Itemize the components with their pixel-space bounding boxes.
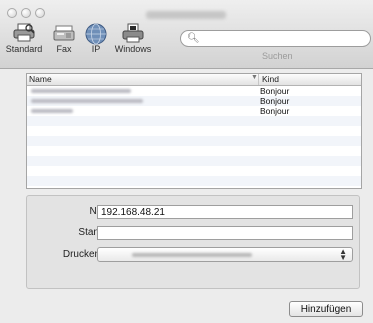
toolbar-windows[interactable]: Windows [113,23,153,54]
location-field[interactable] [97,226,353,240]
empty-row [27,136,361,146]
column-header-kind[interactable]: Kind [262,74,279,84]
toolbar-label: Standard [5,44,43,54]
empty-row [27,126,361,136]
empty-row [27,176,361,186]
toolbar-label: Windows [114,44,152,54]
window-title-blurred [146,11,226,19]
list-item[interactable]: Bonjour [27,96,361,106]
empty-row [27,156,361,166]
close-button[interactable] [7,8,17,18]
driver-dropdown[interactable]: ▲ ▼ [97,247,353,262]
add-printer-window: Standard Fax IP Windows 🔍︎ Suchen Name ▼… [0,0,373,323]
kind-cell: Bonjour [260,96,290,106]
sort-chevron-icon: ▼ [251,74,258,81]
printer-list[interactable]: Name ▼ Kind Bonjour Bonjour Bonjour [26,73,362,189]
zoom-button[interactable] [35,8,45,18]
title-toolbar: Standard Fax IP Windows 🔍︎ Suchen [0,0,373,69]
kind-cell: Bonjour [260,86,290,96]
toolbar-fax[interactable]: Fax [52,23,76,54]
toolbar-standard[interactable]: Standard [4,23,44,54]
list-item[interactable]: Bonjour [27,86,361,96]
column-separator [258,74,259,85]
fax-icon [53,25,75,41]
toolbar-label: Fax [56,44,72,54]
list-item[interactable]: Bonjour [27,106,361,116]
toolbar-label: IP [91,44,101,54]
blurred-driver-name [132,253,252,257]
updown-chevron-icon: ▲ ▼ [339,247,347,262]
search-caption: Suchen [262,51,293,61]
printer-details-panel: Name: Standort: Drucken mit: ▲▼ [26,195,360,289]
empty-row [27,146,361,156]
name-field[interactable] [97,205,353,219]
windows-printer-icon [122,23,144,43]
toolbar-ip[interactable]: IP [84,23,108,54]
list-rows: Bonjour Bonjour Bonjour [27,86,361,186]
search-field[interactable]: 🔍︎ [180,30,371,47]
search-icon: 🔍︎ [187,33,200,44]
window-controls [7,8,45,18]
blurred-printer-name [31,99,143,103]
list-header: Name ▼ Kind [27,74,361,86]
kind-cell: Bonjour [260,106,290,116]
globe-icon [85,23,107,45]
search-input[interactable] [201,32,361,45]
minimize-button[interactable] [21,8,31,18]
empty-row [27,116,361,126]
blurred-printer-name [31,89,131,93]
empty-row [27,166,361,176]
add-button[interactable]: Hinzufügen [289,301,363,317]
column-header-name[interactable]: Name [29,74,52,84]
blurred-printer-name [31,109,73,113]
printer-icon [13,23,35,42]
